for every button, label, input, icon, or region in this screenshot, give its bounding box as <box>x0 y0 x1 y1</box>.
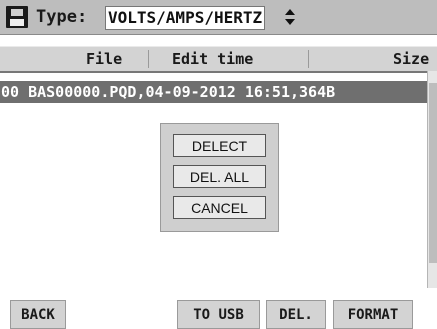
back-button[interactable]: BACK <box>10 300 66 329</box>
column-edit-time: Edit time <box>172 50 254 68</box>
delete-button[interactable]: DEL. <box>266 300 326 329</box>
column-separator <box>148 50 149 68</box>
delete-options-popup: DELECT DEL. ALL CANCEL <box>160 123 279 232</box>
column-size: Size <box>393 50 430 68</box>
to-usb-button[interactable]: TO USB <box>177 300 260 329</box>
delect-button[interactable]: DELECT <box>173 134 266 157</box>
type-label: Type: <box>36 7 88 27</box>
floppy-disk-icon <box>6 6 28 28</box>
format-button[interactable]: FORMAT <box>333 300 413 329</box>
column-separator <box>308 50 309 68</box>
delete-all-button[interactable]: DEL. ALL <box>173 165 266 188</box>
type-spinner-icon[interactable] <box>284 6 296 28</box>
file-list-scrollbar[interactable] <box>427 71 437 288</box>
type-selector[interactable]: VOLTS/AMPS/HERTZ <box>105 6 266 30</box>
file-row-selected[interactable]: 00 BAS00000.PQD,04-09-2012 16:51,364B <box>0 81 427 103</box>
cancel-button[interactable]: CANCEL <box>173 196 266 219</box>
column-file: File <box>86 50 123 68</box>
floppy-label <box>10 19 24 26</box>
softkey-bar: BACK TO USB DEL. FORMAT <box>0 296 437 329</box>
file-row-text: 00 BAS00000.PQD,04-09-2012 16:51,364B <box>1 83 336 101</box>
floppy-shutter <box>11 9 23 16</box>
file-manager-screen: Type: VOLTS/AMPS/HERTZ File Edit time Si… <box>0 0 437 329</box>
column-header: File Edit time Size <box>0 46 437 72</box>
title-bar: Type: VOLTS/AMPS/HERTZ <box>0 0 437 35</box>
up-down-arrows-icon <box>285 9 295 25</box>
scrollbar-thumb[interactable] <box>429 83 437 263</box>
